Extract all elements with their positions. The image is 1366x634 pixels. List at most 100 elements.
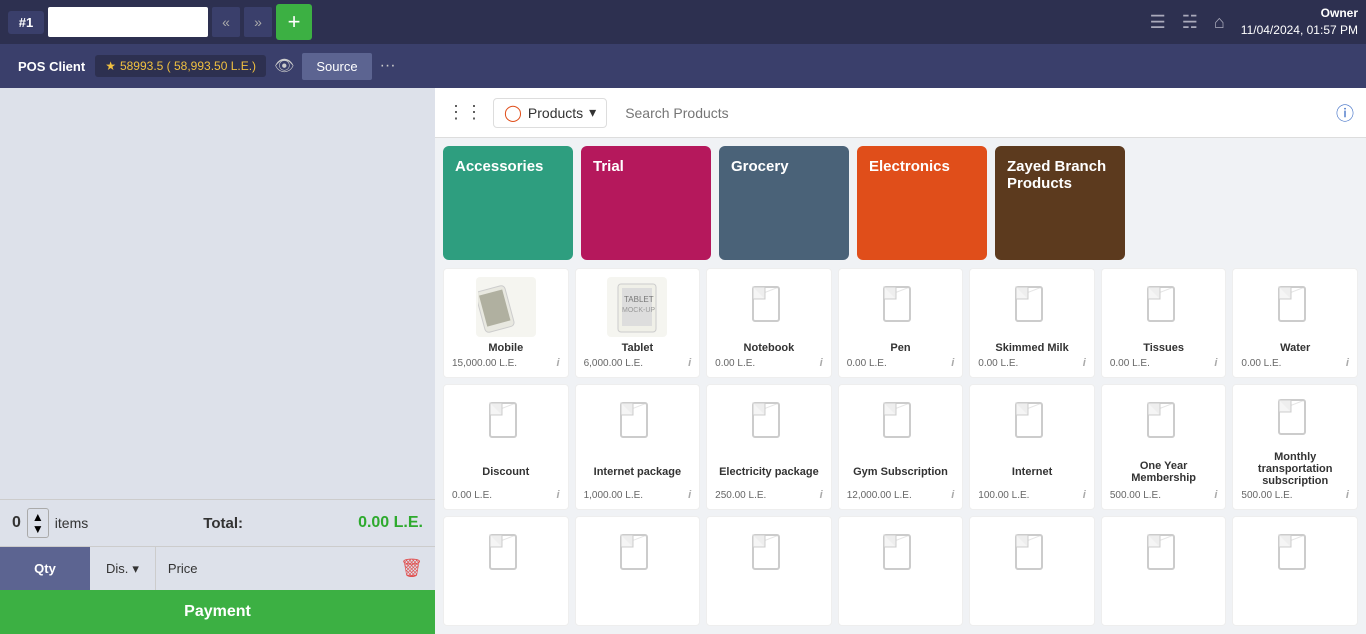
info-icon[interactable]: ⓘ xyxy=(1336,100,1354,126)
product-image-p21 xyxy=(1265,525,1325,585)
product-name: Water xyxy=(1280,342,1310,354)
product-price-row: 500.00 L.E.i xyxy=(1110,489,1218,501)
pos-number: #1 xyxy=(8,11,44,34)
product-info-button[interactable]: i xyxy=(951,489,954,501)
product-card-skimmed-milk[interactable]: Skimmed Milk0.00 L.E.i xyxy=(969,268,1095,378)
main-content: 0 ▲▼ items Total: 0.00 L.E. Qty Dis. ▾ P… xyxy=(0,88,1366,634)
dis-button[interactable]: Dis. ▾ xyxy=(90,547,156,591)
product-image-p18 xyxy=(870,525,930,585)
product-info-button[interactable]: i xyxy=(557,357,560,369)
product-card-p21[interactable] xyxy=(1232,516,1358,626)
product-price-row: 1,000.00 L.E.i xyxy=(584,489,692,501)
eye-button[interactable]: 👁 xyxy=(266,52,302,80)
product-image-electricity-package xyxy=(739,393,799,453)
product-card-one-year[interactable]: One Year Membership500.00 L.E.i xyxy=(1101,384,1227,510)
owner-datetime: 11/04/2024, 01:57 PM xyxy=(1241,22,1358,39)
category-tile-electronics[interactable]: Electronics xyxy=(857,146,987,260)
grid-icon[interactable]: ⋮⋮ xyxy=(447,102,483,123)
product-price: 15,000.00 L.E. xyxy=(452,358,517,369)
product-info-button[interactable]: i xyxy=(1214,489,1217,501)
price-label: Price xyxy=(156,561,388,576)
categories-row: AccessoriesTrialGroceryElectronicsZayed … xyxy=(435,138,1366,268)
star-icon: ★ xyxy=(105,59,116,73)
category-tile-accessories[interactable]: Accessories xyxy=(443,146,573,260)
product-card-pen[interactable]: Pen0.00 L.E. i xyxy=(838,268,964,378)
top-bar-left: #1 « » + xyxy=(8,4,312,40)
product-grid: Mobile15,000.00 L.E.i TABLET MOCK-UPTabl… xyxy=(435,268,1366,634)
order-input[interactable] xyxy=(48,7,208,37)
items-number: 0 xyxy=(12,514,21,532)
order-area xyxy=(0,88,435,499)
product-name: Pen xyxy=(890,342,910,354)
product-info-button[interactable]: i xyxy=(1346,489,1349,501)
product-price: 0.00 L.E. xyxy=(847,358,887,369)
product-card-p15[interactable] xyxy=(443,516,569,626)
product-info-button[interactable]: i xyxy=(688,357,691,369)
home-icon[interactable]: ⌂ xyxy=(1214,12,1225,33)
product-card-electricity-package[interactable]: Electricity package250.00 L.E.i xyxy=(706,384,832,510)
product-card-internet-package[interactable]: Internet package1,000.00 L.E.i xyxy=(575,384,701,510)
search-input[interactable] xyxy=(617,101,1326,125)
product-info-button[interactable]: i xyxy=(557,489,560,501)
dis-chevron-icon: ▾ xyxy=(132,561,139,577)
category-tile-zayed[interactable]: Zayed Branch Products xyxy=(995,146,1125,260)
product-card-monthly-transport[interactable]: Monthly transportation subscription500.0… xyxy=(1232,384,1358,510)
nav-prev-button[interactable]: « xyxy=(212,7,240,37)
product-card-p20[interactable] xyxy=(1101,516,1227,626)
product-card-p19[interactable] xyxy=(969,516,1095,626)
product-price: 500.00 L.E. xyxy=(1241,490,1292,501)
product-card-p18[interactable] xyxy=(838,516,964,626)
items-count: 0 ▲▼ items xyxy=(12,508,88,538)
product-price: 0.00 L.E. xyxy=(978,358,1018,369)
product-price-row: 0.00 L.E.i xyxy=(715,357,823,369)
product-card-gym-subscription[interactable]: Gym Subscription12,000.00 L.E.i xyxy=(838,384,964,510)
product-card-water[interactable]: Water 0.00 L.E. i xyxy=(1232,268,1358,378)
product-image-p17 xyxy=(739,525,799,585)
product-price: 6,000.00 L.E. xyxy=(584,358,644,369)
product-image-p16 xyxy=(607,525,667,585)
add-order-button[interactable]: + xyxy=(276,4,312,40)
points-badge: ★ 58993.5 ( 58,993.50 L.E.) xyxy=(95,55,266,77)
product-card-internet[interactable]: Internet100.00 L.E.i xyxy=(969,384,1095,510)
total-label: Total: xyxy=(203,515,243,532)
more-button[interactable]: ··· xyxy=(372,53,404,79)
product-card-notebook[interactable]: Notebook0.00 L.E.i xyxy=(706,268,832,378)
product-image-p19 xyxy=(1002,525,1062,585)
product-info-button[interactable]: i xyxy=(820,357,823,369)
svg-text:MOCK-UP: MOCK-UP xyxy=(622,307,655,314)
product-info-button[interactable]: i xyxy=(688,489,691,501)
product-card-p17[interactable] xyxy=(706,516,832,626)
product-info-button[interactable]: i xyxy=(1083,489,1086,501)
product-info-button[interactable]: i xyxy=(951,357,954,369)
products-chevron-icon: ▾ xyxy=(589,104,596,121)
list-icon[interactable]: ☰ xyxy=(1150,12,1166,33)
product-image-gym-subscription xyxy=(870,393,930,453)
totals-row: 0 ▲▼ items Total: 0.00 L.E. xyxy=(0,499,435,546)
product-info-button[interactable]: i xyxy=(1214,357,1217,369)
category-tile-trial[interactable]: Trial xyxy=(581,146,711,260)
product-price-row: 100.00 L.E.i xyxy=(978,489,1086,501)
category-tile-grocery[interactable]: Grocery xyxy=(719,146,849,260)
svg-text:TABLET: TABLET xyxy=(624,295,654,304)
product-card-tablet[interactable]: TABLET MOCK-UPTablet6,000.00 L.E.i xyxy=(575,268,701,378)
nav-next-button[interactable]: » xyxy=(244,7,272,37)
register-icon[interactable]: ☵ xyxy=(1182,12,1198,33)
product-card-mobile[interactable]: Mobile15,000.00 L.E.i xyxy=(443,268,569,378)
items-stepper[interactable]: ▲▼ xyxy=(27,508,49,538)
qty-button[interactable]: Qty xyxy=(0,547,90,591)
product-info-button[interactable]: i xyxy=(1083,357,1086,369)
product-info-button[interactable]: i xyxy=(1346,357,1349,369)
product-card-discount[interactable]: Discount0.00 L.E.i xyxy=(443,384,569,510)
product-price-row: 6,000.00 L.E. i xyxy=(584,357,692,369)
product-card-p16[interactable] xyxy=(575,516,701,626)
delete-button[interactable]: 🗑 xyxy=(388,547,435,591)
product-card-tissues[interactable]: Tissues0.00 L.E.i xyxy=(1101,268,1227,378)
payment-button[interactable]: Payment xyxy=(0,590,435,634)
product-price: 0.00 L.E. xyxy=(1241,358,1281,369)
product-price-row: 0.00 L.E.i xyxy=(1110,357,1218,369)
product-price-row: 12,000.00 L.E.i xyxy=(847,489,955,501)
products-dropdown[interactable]: ◯ Products ▾ xyxy=(493,98,607,128)
points-value: 58993.5 ( 58,993.50 L.E.) xyxy=(120,59,256,73)
source-button[interactable]: Source xyxy=(302,53,371,80)
product-info-button[interactable]: i xyxy=(820,489,823,501)
